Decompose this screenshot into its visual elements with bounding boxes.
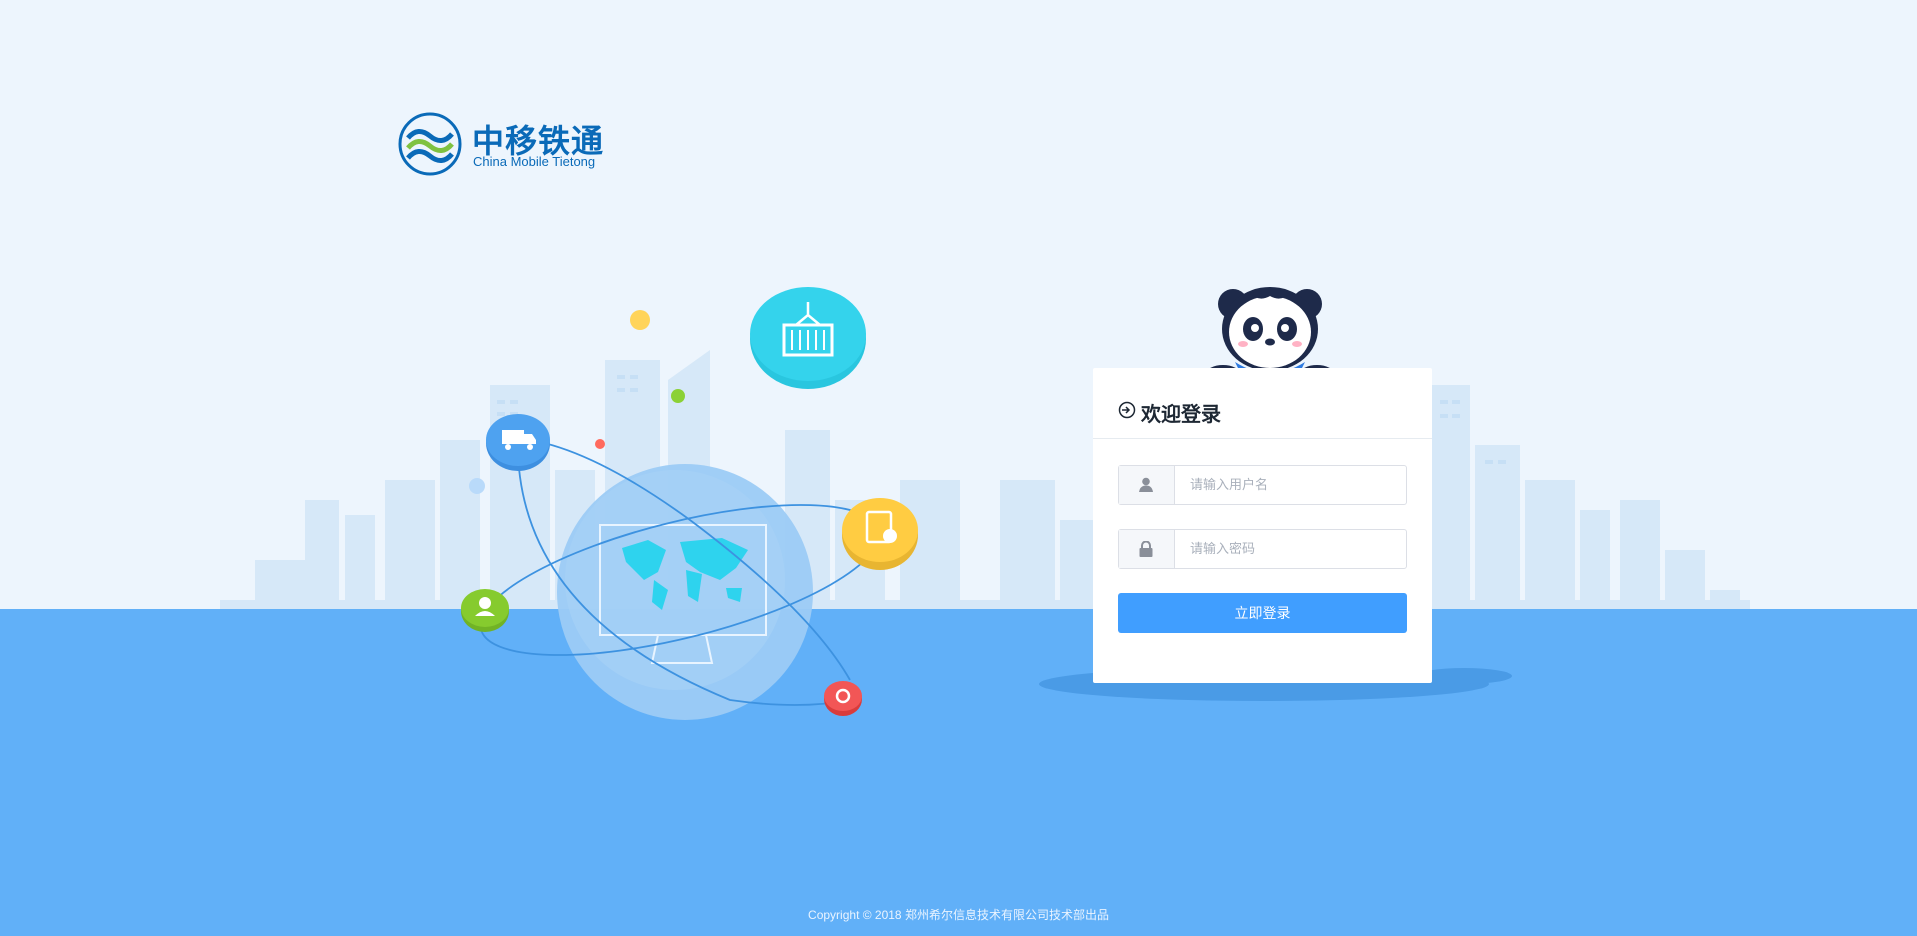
- brand-logo: 中移铁通 China Mobile Tietong: [398, 112, 608, 176]
- password-input[interactable]: [1175, 530, 1405, 568]
- truck-icon: [486, 414, 550, 471]
- city-skyline: [220, 350, 1750, 609]
- login-card: 欢迎登录 立即登录: [1093, 368, 1432, 683]
- container-icon: [750, 287, 866, 389]
- gear-icon: [824, 681, 862, 716]
- lock-icon: [1139, 541, 1153, 557]
- password-field: [1118, 529, 1407, 569]
- brand-name-en: China Mobile Tietong: [473, 154, 596, 169]
- login-title: 欢迎登录: [1141, 402, 1221, 426]
- password-prefix: [1119, 530, 1175, 568]
- customer-service-icon: [461, 589, 509, 632]
- user-icon: [1139, 477, 1153, 492]
- checklist-icon: [842, 498, 918, 570]
- login-card-header: 欢迎登录: [1093, 368, 1432, 439]
- login-submit-button[interactable]: 立即登录: [1118, 593, 1407, 633]
- username-input[interactable]: [1175, 466, 1405, 504]
- footer-copyright: Copyright © 2018 郑州希尔信息技术有限公司技术部出品: [808, 908, 1109, 922]
- username-field: [1118, 465, 1407, 505]
- login-arrow-icon: [1118, 401, 1136, 419]
- logistics-illustration: [461, 287, 918, 720]
- china-mobile-tietong-logo-icon: [398, 112, 462, 176]
- username-prefix: [1119, 466, 1175, 504]
